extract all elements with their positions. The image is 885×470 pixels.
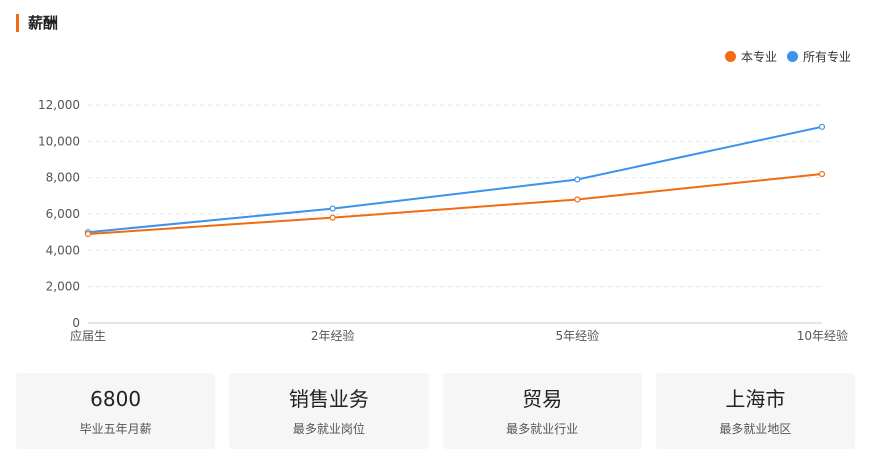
summary-card-position: 销售业务 最多就业岗位 <box>229 373 429 449</box>
x-tick-label: 5年经验 <box>556 328 600 343</box>
summary-card-label: 最多就业地区 <box>719 421 792 436</box>
data-point-series-0 <box>84 230 92 238</box>
summary-card-value: 6800 <box>90 386 142 411</box>
x-tick-label: 应届生 <box>70 328 106 343</box>
y-tick-label: 4,000 <box>46 243 80 257</box>
summary-card-value: 销售业务 <box>288 386 369 411</box>
x-tick-label: 2年经验 <box>311 328 355 343</box>
y-tick-label: 12,000 <box>38 98 80 112</box>
summary-card-value: 贸易 <box>522 386 563 411</box>
y-tick-label: 2,000 <box>46 280 80 294</box>
y-tick-label: 8,000 <box>46 171 80 185</box>
data-point-series-0 <box>329 214 336 221</box>
y-tick-label: 0 <box>72 316 80 330</box>
data-point-series-1 <box>818 123 826 130</box>
salary-line-chart: 0 2,000 4,000 6,000 8,000 10,000 12,000 应届生 2年经验… <box>38 98 848 343</box>
x-tick-label: 10年经验 <box>797 328 848 343</box>
summary-card-salary: 6800 毕业五年月薪 <box>16 373 216 449</box>
summary-card-region: 上海市 最多就业地区 <box>655 373 855 449</box>
summary-card-label: 毕业五年月薪 <box>79 421 152 436</box>
y-tick-label: 10,000 <box>38 134 80 148</box>
summary-card-label: 最多就业行业 <box>506 421 579 436</box>
summary-card-industry: 贸易 最多就业行业 <box>442 373 642 449</box>
data-point-series-1 <box>574 176 581 183</box>
summary-card-label: 最多就业岗位 <box>292 421 365 436</box>
summary-cards: 6800 毕业五年月薪 销售业务 最多就业岗位 贸易 最多就业行业 上海市 最多… <box>16 373 855 449</box>
series-line-1 <box>87 125 823 234</box>
data-point-series-0 <box>574 196 581 203</box>
summary-card-value: 上海市 <box>725 386 786 411</box>
y-tick-label: 6,000 <box>46 207 80 221</box>
series-line-0 <box>87 173 823 235</box>
data-point-series-0 <box>818 170 826 178</box>
data-point-series-1 <box>329 205 336 212</box>
